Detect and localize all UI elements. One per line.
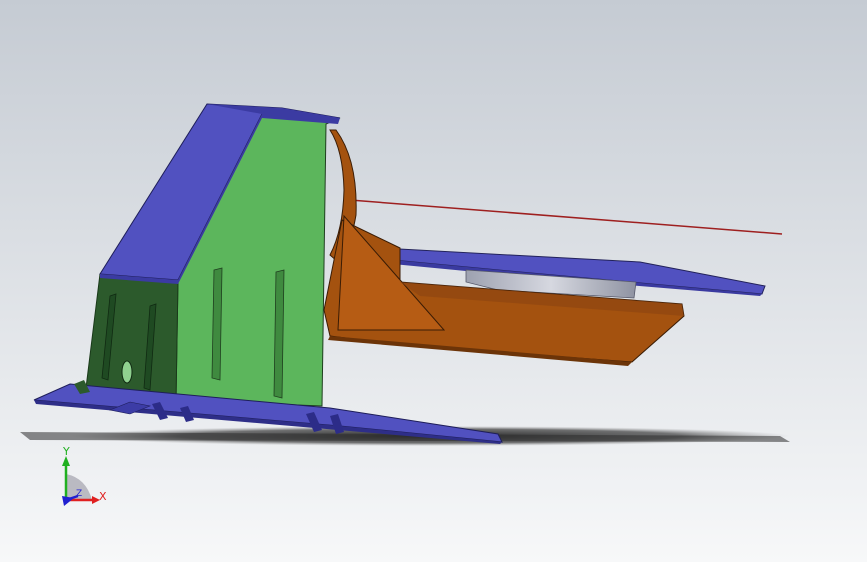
z-axis-label: Z [76,489,82,499]
y-axis-label: Y [62,445,70,458]
green-housing-side[interactable] [85,273,179,401]
model-scene[interactable]: Y X Z [0,0,867,562]
x-axis-label: X [99,490,107,503]
graphics-viewport[interactable]: Y X Z [0,0,867,562]
mounting-hole[interactable] [121,360,133,384]
